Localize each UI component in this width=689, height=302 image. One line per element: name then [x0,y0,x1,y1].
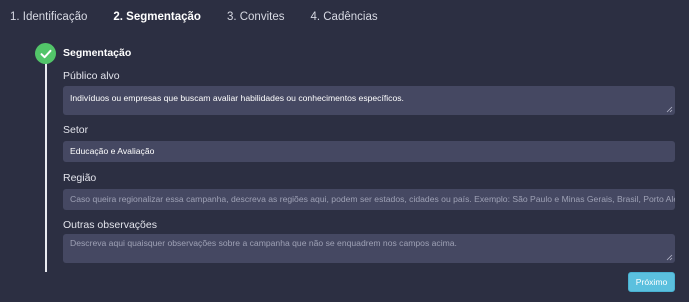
resize-handle-icon[interactable] [666,106,673,113]
next-button[interactable]: Próximo [628,272,675,292]
outras-observacoes-placeholder: Descreva aqui quaisquer observações sobr… [70,238,457,248]
publico-alvo-label: Público alvo [63,70,120,82]
outras-observacoes-textarea[interactable]: Descreva aqui quaisquer observações sobr… [63,234,675,263]
setor-value: Educação e Avaliação [70,146,155,156]
tab-cadencias[interactable]: 4. Cadências [310,11,377,23]
publico-alvo-textarea[interactable]: Indivíduos ou empresas que buscam avalia… [63,86,675,115]
setor-input[interactable]: Educação e Avaliação [63,141,675,162]
publico-alvo-value: Indivíduos ou empresas que buscam avalia… [70,93,404,103]
regiao-label: Região [63,172,97,184]
regiao-placeholder: Caso queira regionalizar essa campanha, … [70,194,675,204]
resize-handle-icon[interactable] [666,254,673,261]
tab-segmentacao[interactable]: 2. Segmentação [113,11,201,23]
setor-label: Setor [63,124,89,136]
step-tabs: 1. Identificação 2. Segmentação 3. Convi… [10,11,404,23]
section-title: Segmentação [63,47,132,59]
outras-observacoes-label: Outras observações [63,219,157,231]
tab-convites[interactable]: 3. Convites [227,11,285,23]
tab-identificacao[interactable]: 1. Identificação [10,11,87,23]
regiao-input[interactable]: Caso queira regionalizar essa campanha, … [63,189,675,210]
check-icon [35,43,56,64]
step-rail [45,60,47,272]
